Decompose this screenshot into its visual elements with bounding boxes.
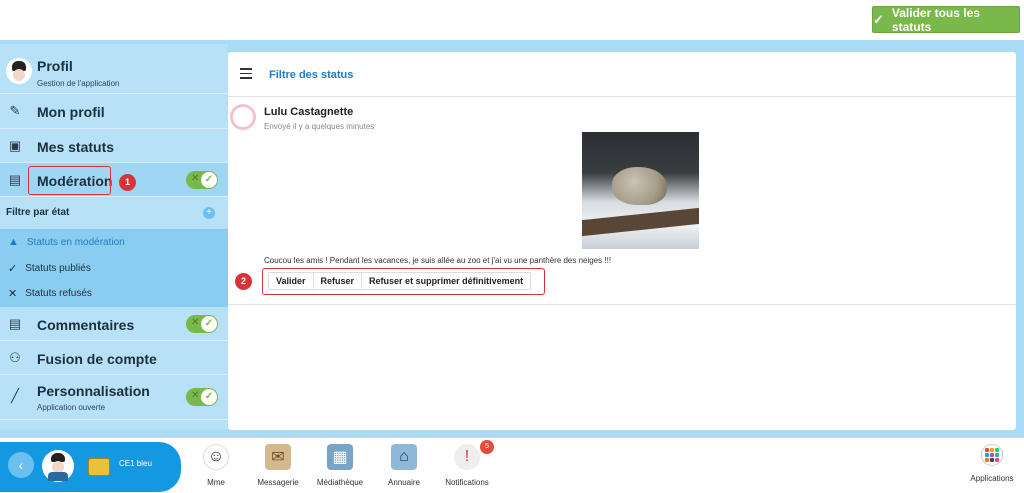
annotation-box-1: [28, 166, 111, 195]
back-arrow-icon[interactable]: ‹: [8, 452, 34, 478]
warning-icon: ▲: [8, 236, 19, 248]
dock-app-label: Notifications: [445, 478, 489, 487]
profile-avatar: [6, 58, 32, 84]
dock-app-label: Messagerie: [257, 478, 299, 487]
dock-app-mediatheque[interactable]: ▦ Médiathèque: [308, 444, 372, 490]
check-icon: ✓: [201, 389, 217, 405]
annotation-box-2: [262, 268, 545, 295]
commentaires-toggle[interactable]: ✕ ✓: [186, 315, 218, 333]
sidebar-item-mon-profil[interactable]: ✎ Mon profil: [0, 94, 228, 129]
menu-icon[interactable]: [240, 68, 252, 79]
post-text: Coucou les amis ! Pendant les vacances, …: [264, 256, 612, 265]
sidebar-profile[interactable]: Profil Gestion de l'application: [0, 44, 228, 94]
dock-app-label: Annuaire: [387, 478, 421, 487]
divider: [228, 304, 1016, 305]
sidebar-item-subtitle: Application ouverte: [37, 403, 106, 412]
sidebar-item-label: Personnalisation: [37, 383, 150, 399]
profile-title: Profil: [37, 58, 73, 74]
check-icon: ✓: [873, 11, 884, 27]
filter-option-refused[interactable]: ✕ Statuts refusés: [8, 287, 92, 300]
check-icon: ✓: [201, 172, 217, 188]
post-author: Lulu Castagnette: [264, 106, 354, 118]
filter-option-label: Statuts en modération: [26, 236, 125, 248]
avatar: [230, 104, 256, 130]
card-title: Filtre des status: [269, 69, 354, 81]
sidebar-item-personnalisation[interactable]: ╱ Personnalisation Application ouverte ✕…: [0, 375, 228, 420]
sidebar-item-label: Fusion de compte: [37, 351, 157, 367]
annotation-badge-1: 1: [119, 174, 136, 191]
media-icon: ▦: [327, 444, 353, 470]
teacher-avatar-icon: [42, 450, 74, 482]
validate-all-label: Valider tous les statuts: [891, 5, 980, 34]
brush-icon: ╱: [11, 388, 19, 403]
post-timestamp: Envoyé il y a quelques minutes: [264, 122, 375, 131]
filter-header: Filtre par état +: [0, 197, 228, 229]
notification-badge: 5: [480, 440, 494, 454]
teacher-icon: ☺: [203, 444, 229, 470]
check-icon: ✓: [8, 263, 18, 275]
sidebar-item-label: Mes statuts: [37, 139, 115, 155]
snow-leopard-image: [612, 167, 667, 205]
toggle-off-icon: ✕: [191, 173, 200, 184]
personnalisation-toggle[interactable]: ✕ ✓: [186, 388, 218, 406]
people-icon: ⚇: [9, 350, 21, 365]
applications-button[interactable]: Applications: [960, 444, 1024, 490]
pencil-icon: ✎: [9, 103, 21, 118]
annotation-badge-2: 2: [235, 273, 252, 290]
profile-subtitle: Gestion de l'application: [37, 79, 120, 88]
applications-label: Applications: [970, 474, 1014, 483]
status-filter-card: Filtre des status Lulu Castagnette Envoy…: [228, 52, 1016, 430]
dock-app-annuaire[interactable]: ⌂ Annuaire: [372, 444, 436, 490]
mail-icon: ✉: [265, 444, 291, 470]
check-icon: ✓: [201, 316, 217, 332]
top-bar: ✓ Valider tous les statuts: [0, 0, 1024, 40]
comment-icon: ▤: [8, 316, 22, 331]
filter-option-label: Statuts publiés: [25, 263, 91, 274]
status-icon: ▣: [8, 138, 22, 153]
sidebar-item-fusion[interactable]: ⚇ Fusion de compte: [0, 341, 228, 375]
sidebar-item-mes-statuts[interactable]: ▣ Mes statuts: [0, 129, 228, 163]
toggle-off-icon: ✕: [191, 317, 200, 328]
filter-option-label: Statuts refusés: [25, 288, 92, 299]
dock-app-label: Mme: [207, 478, 225, 487]
log-shape: [582, 207, 699, 237]
filter-header-label: Filtre par état: [6, 207, 70, 218]
dock-app-label: Médiathèque: [316, 478, 364, 487]
filter-option-moderation[interactable]: ▲ Statuts en modération: [8, 236, 125, 248]
apps-grid-icon: [981, 444, 1003, 466]
sidebar-item-label: Mon profil: [37, 104, 105, 120]
post-image[interactable]: [582, 132, 699, 249]
dock-app-messagerie[interactable]: ✉ Messagerie: [246, 444, 310, 490]
filter-options: ▲ Statuts en modération ✓ Statuts publié…: [0, 229, 228, 307]
notification-icon: !: [454, 444, 480, 470]
sidebar-item-commentaires[interactable]: ▤ Commentaires ✕ ✓: [0, 307, 228, 341]
class-icon: [88, 458, 110, 476]
close-icon: ✕: [8, 288, 18, 300]
dock-app-teacher[interactable]: ☺ Mme: [184, 444, 248, 490]
add-filter-icon[interactable]: +: [203, 207, 215, 219]
directory-icon: ⌂: [391, 444, 417, 470]
sidebar-item-label: Commentaires: [37, 317, 135, 333]
chat-icon: ▤: [8, 172, 22, 187]
class-label: CE1 bleu: [119, 459, 152, 468]
moderation-toggle[interactable]: ✕ ✓: [186, 171, 218, 189]
divider: [228, 96, 1016, 97]
filter-option-published[interactable]: ✓ Statuts publiés: [8, 262, 91, 275]
toggle-off-icon: ✕: [191, 390, 200, 401]
validate-all-button[interactable]: ✓ Valider tous les statuts: [872, 5, 1020, 34]
